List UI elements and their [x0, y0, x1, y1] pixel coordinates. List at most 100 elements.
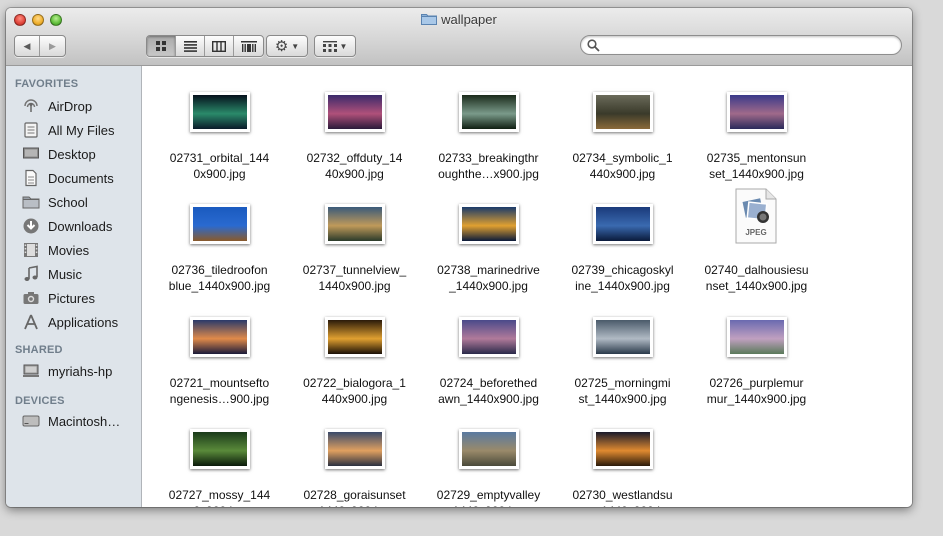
sidebar-item-movies[interactable]: Movies [21, 239, 139, 261]
all-files-icon [21, 121, 41, 139]
file-name-line-1: 02728_goraisunset [303, 488, 406, 502]
file-thumbnail [459, 317, 519, 357]
sidebar-item-label: Macintosh… [48, 413, 121, 429]
sidebar-item-pictures[interactable]: Pictures [21, 287, 139, 309]
sidebar: FAVORITES AirDrop All My Files Desktop Docum… [6, 66, 142, 507]
file-item[interactable]: 02724_beforethed awn_1440x900.jpg [421, 309, 556, 409]
file-name-line-2: _1440x900.jpg [449, 279, 528, 293]
file-name-line-2: 0x900.jpg [152, 503, 287, 507]
computer-icon [21, 362, 41, 380]
file-name-line-2: 0x900.jpg [193, 167, 246, 181]
file-item[interactable]: 02721_mountseftо ngenesis…900.jpg [152, 309, 287, 409]
back-button[interactable]: ◀ [15, 36, 40, 56]
file-item[interactable]: 02722_bialogora_1 440x900.jpg [287, 309, 422, 409]
sidebar-section-shared: SHARED [15, 344, 63, 356]
icon-view-icon [156, 41, 166, 51]
sidebar-item-music[interactable]: Music [21, 263, 139, 285]
file-item[interactable]: 02735_mentonsun set_1440x900.jpg [689, 84, 824, 184]
forward-button[interactable]: ▶ [40, 36, 65, 56]
file-item[interactable]: 02727_mossy_1440x900.jpg [152, 421, 287, 507]
file-item[interactable]: 02738_marinedrive _1440x900.jpg [421, 196, 556, 296]
file-thumbnail [459, 92, 519, 132]
file-name-line-1: 02735_mentonsun [706, 151, 807, 165]
sidebar-section-favorites: FAVORITES [15, 78, 79, 90]
list-view-button[interactable] [176, 36, 205, 56]
file-thumbnail [190, 92, 250, 132]
pictures-icon [21, 289, 41, 307]
sidebar-item-all-my-files[interactable]: All My Files [21, 119, 139, 141]
downloads-icon [21, 217, 41, 235]
coverflow-view-icon [240, 40, 257, 52]
sidebar-item-label: Desktop [48, 146, 96, 162]
file-grid: 02731_orbital_144 0x900.jpg 02732_offduty_… [143, 66, 912, 507]
movies-icon [21, 241, 41, 259]
file-name-line-1: 02738_marinedrive [437, 263, 540, 277]
icon-view-button[interactable] [147, 36, 176, 56]
file-item[interactable]: 02729_emptyvalley1440x900.jpg [421, 421, 556, 507]
file-thumbnail [593, 429, 653, 469]
forward-arrow-icon: ▶ [49, 40, 56, 51]
sidebar-item-label: Movies [48, 242, 90, 258]
sidebar-item-label: Music [48, 266, 82, 282]
search-input[interactable] [603, 37, 897, 55]
file-item[interactable]: 02734_symbolic_1 440x900.jpg [555, 84, 690, 184]
file-name-line-2: st_1440x900.jpg [578, 392, 667, 406]
file-thumbnail [459, 429, 519, 469]
file-name-line-1: 02729_emptyvalley [436, 488, 541, 502]
file-item[interactable]: 02732_offduty_14 40x900.jpg [287, 84, 422, 184]
column-view-button[interactable] [205, 36, 234, 56]
sidebar-item-documents[interactable]: Documents [21, 167, 139, 189]
column-view-icon [212, 40, 226, 52]
file-name-line-2: nset_1440x900.jpg [555, 503, 690, 507]
file-name-line-2: nset_1440x900.jpg [705, 279, 808, 293]
sidebar-item-downloads[interactable]: Downloads [21, 215, 139, 237]
window-title-text: wallpaper [441, 12, 497, 27]
file-item[interactable]: 02731_orbital_144 0x900.jpg [152, 84, 287, 184]
file-thumbnail [593, 92, 653, 132]
sidebar-item-macintosh[interactable]: Macintosh… [21, 410, 139, 432]
sidebar-item-school[interactable]: School [21, 191, 139, 213]
file-name-line-1: 02737_tunnelview_ [302, 263, 407, 277]
search-field[interactable] [580, 35, 902, 55]
file-name-line-2: 1440x900.jpg [421, 503, 556, 507]
file-item[interactable]: 02730_westlandsunset_1440x900.jpg [555, 421, 690, 507]
file-item[interactable]: 02739_chicagoskyl ine_1440x900.jpg [555, 196, 690, 296]
folder-icon [21, 193, 41, 211]
file-thumbnail [190, 317, 250, 357]
sidebar-item-label: myriahs-hp [48, 363, 113, 379]
arrange-menu-face[interactable]: ▼ [315, 36, 355, 56]
list-view-icon [183, 40, 197, 52]
file-thumbnail [727, 317, 787, 357]
file-item[interactable]: 02736_tiledroofon blue_1440x900.jpg [152, 196, 287, 296]
file-item[interactable]: 02728_goraisunset1440x900.jpg [287, 421, 422, 507]
music-icon [21, 265, 41, 283]
file-thumbnail [325, 92, 385, 132]
file-name-line-1: 02733_breakingthr [438, 151, 539, 165]
sidebar-item-desktop[interactable]: Desktop [21, 143, 139, 165]
hard-drive-icon [21, 412, 41, 430]
action-menu-button[interactable]: ⚙ ▼ [266, 35, 308, 57]
arrange-menu-button[interactable]: ▼ [314, 35, 356, 57]
file-item[interactable]: 02726_purplemur mur_1440x900.jpg [689, 309, 824, 409]
file-name-line-1: 02736_tiledroofon [171, 263, 268, 277]
sidebar-item-applications[interactable]: Applications [21, 311, 139, 333]
file-item[interactable]: 02737_tunnelview_ 1440x900.jpg [287, 196, 422, 296]
file-thumbnail [325, 429, 385, 469]
sidebar-item-myriahs-hp[interactable]: myriahs-hp [21, 360, 139, 382]
back-arrow-icon: ◀ [23, 40, 31, 51]
file-name-line-1: 02730_westlandsu [572, 488, 673, 502]
file-item[interactable]: 02725_morningmi st_1440x900.jpg [555, 309, 690, 409]
file-name-line-2: mur_1440x900.jpg [706, 392, 807, 406]
file-name-line-1: 02732_offduty_14 [306, 151, 403, 165]
sidebar-item-airdrop[interactable]: AirDrop [21, 95, 139, 117]
coverflow-view-button[interactable] [234, 36, 263, 56]
file-name-line-1: 02734_symbolic_1 [572, 151, 673, 165]
sidebar-item-label: Documents [48, 170, 114, 186]
file-item[interactable]: JPEG 02740_dalhousiesu nset_1440x900.jpg [689, 188, 824, 296]
file-item[interactable]: 02733_breakingthr oughthe…x900.jpg [421, 84, 556, 184]
file-name-line-1: 02731_orbital_144 [169, 151, 270, 165]
file-name-line-2: oughthe…x900.jpg [438, 167, 539, 181]
action-menu-face[interactable]: ⚙ ▼ [267, 36, 307, 56]
file-name-line-1: 02740_dalhousiesu [704, 263, 809, 277]
file-name-line-1: 02721_mountseftо [169, 376, 270, 390]
